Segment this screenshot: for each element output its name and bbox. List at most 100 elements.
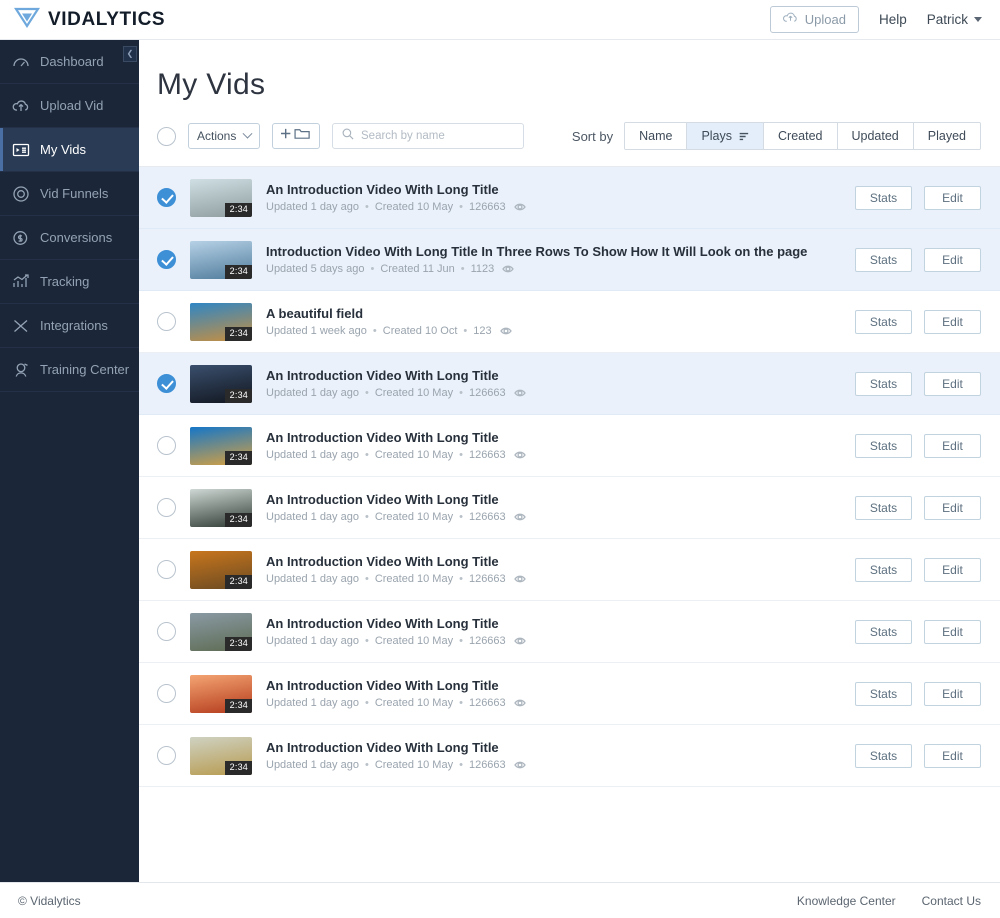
search-box[interactable] xyxy=(332,123,524,149)
add-folder-button[interactable] xyxy=(272,123,320,149)
video-title[interactable]: An Introduction Video With Long Title xyxy=(266,182,843,197)
row-select-checkbox[interactable] xyxy=(157,436,176,455)
video-title[interactable]: An Introduction Video With Long Title xyxy=(266,554,843,569)
edit-button[interactable]: Edit xyxy=(924,681,981,706)
edit-button[interactable]: Edit xyxy=(924,371,981,396)
row-select-checkbox[interactable] xyxy=(157,250,176,269)
footer-link-knowledge-center[interactable]: Knowledge Center xyxy=(797,894,896,908)
table-row[interactable]: 2:34 An Introduction Video With Long Titl… xyxy=(139,601,1000,663)
edit-button[interactable]: Edit xyxy=(924,619,981,644)
video-views-count: 123 xyxy=(473,325,492,337)
video-thumbnail[interactable]: 2:34 xyxy=(190,302,252,341)
upload-button[interactable]: Upload xyxy=(769,6,859,33)
table-row[interactable]: 2:34 A beautiful field Updated 1 week ago •… xyxy=(139,291,1000,353)
stats-button[interactable]: Stats xyxy=(855,619,912,644)
table-row[interactable]: 2:34 An Introduction Video With Long Titl… xyxy=(139,663,1000,725)
help-link[interactable]: Help xyxy=(879,12,907,27)
video-created-text: Created 10 May xyxy=(374,635,454,647)
table-row[interactable]: 2:34 An Introduction Video With Long Titl… xyxy=(139,725,1000,787)
sidebar-item-label: Tracking xyxy=(40,274,90,289)
video-thumbnail[interactable]: 2:34 xyxy=(190,364,252,403)
row-select-checkbox[interactable] xyxy=(157,560,176,579)
sidebar-item-label: Upload Vid xyxy=(40,98,104,113)
video-updated-text: Updated 5 days ago xyxy=(266,263,365,275)
video-thumbnail[interactable]: 2:34 xyxy=(190,612,252,651)
stats-button[interactable]: Stats xyxy=(855,247,912,272)
video-duration-badge: 2:34 xyxy=(224,450,252,465)
sidebar-item-tracking[interactable]: Tracking xyxy=(0,260,139,304)
row-select-checkbox[interactable] xyxy=(157,684,176,703)
sort-tab-name[interactable]: Name xyxy=(625,123,688,149)
video-thumbnail[interactable]: 2:34 xyxy=(190,240,252,279)
video-thumbnail[interactable]: 2:34 xyxy=(190,426,252,465)
table-row[interactable]: 2:34 An Introduction Video With Long Titl… xyxy=(139,167,1000,229)
sort-tab-created[interactable]: Created xyxy=(764,123,838,149)
video-thumbnail[interactable]: 2:34 xyxy=(190,178,252,217)
video-updated-text: Updated 1 day ago xyxy=(266,511,359,523)
edit-button[interactable]: Edit xyxy=(924,743,981,768)
video-thumbnail[interactable]: 2:34 xyxy=(190,550,252,589)
sidebar-collapse-button[interactable]: ❮ xyxy=(123,46,137,62)
row-select-checkbox[interactable] xyxy=(157,746,176,765)
video-created-text: Created 10 May xyxy=(374,511,454,523)
table-row[interactable]: 2:34 An Introduction Video With Long Titl… xyxy=(139,477,1000,539)
edit-button[interactable]: Edit xyxy=(924,247,981,272)
sidebar-item-label: Integrations xyxy=(40,318,108,333)
video-title[interactable]: Introduction Video With Long Title In Th… xyxy=(266,244,843,259)
row-select-checkbox[interactable] xyxy=(157,622,176,641)
toolbar-left-group: Actions xyxy=(157,123,524,149)
stats-button[interactable]: Stats xyxy=(855,185,912,210)
video-thumbnail[interactable]: 2:34 xyxy=(190,736,252,775)
video-thumbnail[interactable]: 2:34 xyxy=(190,488,252,527)
table-row[interactable]: 2:34 An Introduction Video With Long Titl… xyxy=(139,539,1000,601)
row-select-checkbox[interactable] xyxy=(157,312,176,331)
actions-dropdown[interactable]: Actions xyxy=(188,123,260,149)
user-menu[interactable]: Patrick xyxy=(927,12,982,27)
stats-button[interactable]: Stats xyxy=(855,681,912,706)
edit-button[interactable]: Edit xyxy=(924,495,981,520)
video-title[interactable]: An Introduction Video With Long Title xyxy=(266,492,843,507)
edit-button[interactable]: Edit xyxy=(924,433,981,458)
video-title[interactable]: An Introduction Video With Long Title xyxy=(266,616,843,631)
table-row[interactable]: 2:34 An Introduction Video With Long Titl… xyxy=(139,353,1000,415)
table-row[interactable]: 2:34 Introduction Video With Long Title I… xyxy=(139,229,1000,291)
row-select-checkbox[interactable] xyxy=(157,498,176,517)
search-input[interactable] xyxy=(361,130,514,142)
edit-button[interactable]: Edit xyxy=(924,185,981,210)
sidebar-item-my-vids[interactable]: My Vids xyxy=(0,128,139,172)
stats-button[interactable]: Stats xyxy=(855,371,912,396)
stats-button[interactable]: Stats xyxy=(855,433,912,458)
select-all-checkbox[interactable] xyxy=(157,126,176,146)
meta-separator: • xyxy=(364,697,369,709)
sidebar-item-conversions[interactable]: Conversions xyxy=(0,216,139,260)
brand-logo[interactable]: VIDALYTICS xyxy=(13,6,165,33)
row-select-checkbox[interactable] xyxy=(157,374,176,393)
table-row[interactable]: 2:34 An Introduction Video With Long Titl… xyxy=(139,415,1000,477)
stats-button[interactable]: Stats xyxy=(855,309,912,334)
sidebar-item-vid-funnels[interactable]: Vid Funnels xyxy=(0,172,139,216)
video-title[interactable]: An Introduction Video With Long Title xyxy=(266,678,843,693)
video-title[interactable]: An Introduction Video With Long Title xyxy=(266,430,843,445)
sidebar-item-upload-vid[interactable]: Upload Vid xyxy=(0,84,139,128)
cloud-upload-icon xyxy=(12,97,30,115)
sidebar-item-integrations[interactable]: Integrations xyxy=(0,304,139,348)
page-footer: © Vidalytics Knowledge Center Contact Us xyxy=(0,882,1000,918)
sort-tab-played[interactable]: Played xyxy=(913,123,980,149)
sort-tab-updated[interactable]: Updated xyxy=(837,123,914,149)
video-title[interactable]: An Introduction Video With Long Title xyxy=(266,740,843,755)
video-title[interactable]: An Introduction Video With Long Title xyxy=(266,368,843,383)
stats-button[interactable]: Stats xyxy=(855,495,912,520)
video-updated-text: Updated 1 day ago xyxy=(266,573,359,585)
footer-link-contact-us[interactable]: Contact Us xyxy=(922,894,981,908)
stats-button[interactable]: Stats xyxy=(855,743,912,768)
stats-button[interactable]: Stats xyxy=(855,557,912,582)
video-thumbnail[interactable]: 2:34 xyxy=(190,674,252,713)
sidebar-item-dashboard[interactable]: Dashboard xyxy=(0,40,139,84)
sort-tab-plays[interactable]: Plays xyxy=(687,123,765,149)
edit-button[interactable]: Edit xyxy=(924,309,981,334)
video-title[interactable]: A beautiful field xyxy=(266,306,843,321)
row-actions: Stats Edit xyxy=(855,247,981,272)
row-select-checkbox[interactable] xyxy=(157,188,176,207)
edit-button[interactable]: Edit xyxy=(924,557,981,582)
sidebar-item-training-center[interactable]: Training Center xyxy=(0,348,139,392)
